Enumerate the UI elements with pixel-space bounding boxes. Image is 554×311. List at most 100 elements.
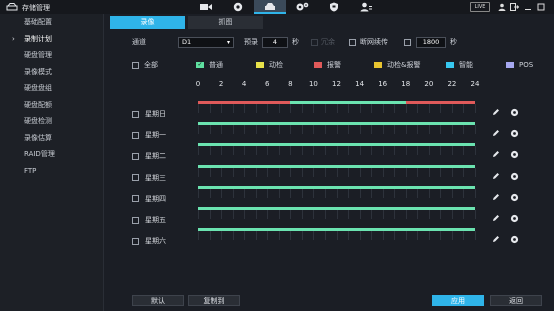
sidebar-item[interactable]: 硬盘检测 <box>0 113 103 130</box>
edit-pencil-icon[interactable] <box>492 150 500 161</box>
user-icon[interactable] <box>497 2 506 12</box>
schedule-grid[interactable]: 0 2 4 6 8 10 12 14 16 18 20 22 24 星期日 星期一 星期二 星期三 星期四 星期五星… <box>110 80 554 250</box>
hour-divider <box>382 104 384 113</box>
sidebar-item[interactable]: 基础配置 <box>0 14 103 31</box>
record-segment-normal[interactable] <box>198 228 475 232</box>
hour-divider <box>417 188 419 198</box>
day-checkbox[interactable] <box>132 110 139 118</box>
sidebar-item[interactable]: 硬盘配额 <box>0 97 103 114</box>
day-checkbox[interactable] <box>132 195 139 203</box>
select-all-toggle[interactable]: 全部 <box>132 60 196 70</box>
day-label: 星期五 <box>145 216 166 224</box>
edit-pencil-icon[interactable] <box>492 193 500 204</box>
record-segment-alarm[interactable] <box>198 101 291 104</box>
hour-divider <box>371 188 373 198</box>
day-checkbox[interactable] <box>132 152 139 160</box>
legend-item: 动检&报警 <box>374 60 446 70</box>
settings-gear-icon[interactable] <box>510 172 519 183</box>
nav-account-button[interactable] <box>350 0 382 14</box>
record-segment-normal[interactable] <box>198 207 475 210</box>
hour-divider <box>451 167 453 177</box>
nav-storage-button[interactable] <box>254 0 286 14</box>
select-all-checkbox[interactable] <box>132 61 139 69</box>
legend-swatch <box>256 62 264 68</box>
hour-divider <box>336 146 338 156</box>
channel-select[interactable]: D1 ▾ <box>178 36 234 48</box>
sidebar-item[interactable]: RAID管理 <box>0 146 103 163</box>
hour-divider <box>348 210 350 219</box>
record-segment-normal[interactable] <box>198 185 475 189</box>
settings-gear-icon[interactable] <box>510 108 519 119</box>
sidebar-item[interactable]: 录像估算 <box>0 130 103 147</box>
edit-pencil-icon[interactable] <box>492 108 500 119</box>
hour-divider <box>463 231 465 241</box>
logout-icon[interactable] <box>510 2 519 12</box>
day-timeline-track[interactable] <box>198 101 476 113</box>
minimize-icon[interactable] <box>523 2 532 12</box>
record-segment-normal[interactable] <box>198 122 475 126</box>
hour-divider <box>244 104 246 113</box>
anr-duration-checkbox[interactable] <box>404 38 411 46</box>
edit-pencil-icon[interactable] <box>492 235 500 246</box>
settings-gear-icon[interactable] <box>510 129 519 140</box>
nav-network-button[interactable] <box>222 0 254 14</box>
apply-button[interactable]: 应用 <box>432 295 484 306</box>
hour-divider <box>232 231 234 241</box>
record-segment-normal[interactable] <box>198 164 475 168</box>
sidebar-item[interactable]: FTP <box>0 163 103 180</box>
day-timeline-track[interactable] <box>198 122 476 135</box>
day-timeline-track[interactable] <box>198 207 476 219</box>
fullscreen-icon[interactable] <box>536 2 545 12</box>
hour-divider <box>198 167 199 177</box>
hour-divider <box>359 210 361 219</box>
day-timeline-track[interactable] <box>198 185 476 198</box>
day-timeline-track[interactable] <box>198 228 476 241</box>
settings-gear-icon[interactable] <box>510 235 519 246</box>
sidebar: 基础配置 › 录制计划 硬盘管理 录像模式 硬盘盘组 硬盘配额 硬盘检测 录像估算 RAID管理 F… <box>0 14 104 311</box>
record-segment-normal[interactable] <box>198 143 475 147</box>
sidebar-item[interactable]: 硬盘管理 <box>0 47 103 64</box>
day-checkbox[interactable] <box>132 131 139 139</box>
hour-divider <box>232 188 234 198</box>
copy-to-button[interactable]: 复制到 <box>188 295 240 306</box>
main-nav <box>190 0 382 14</box>
day-checkbox[interactable] <box>132 174 139 182</box>
default-button[interactable]: 默认 <box>132 295 184 306</box>
day-row-actions <box>492 235 519 246</box>
day-row-actions <box>492 108 519 119</box>
day-row: 星期一 <box>132 129 166 141</box>
live-button[interactable]: LIVE <box>470 2 490 12</box>
tab-record[interactable]: 录像 <box>110 16 185 29</box>
chevron-right-icon: › <box>12 34 15 43</box>
day-checkbox[interactable] <box>132 216 139 224</box>
back-button[interactable]: 返回 <box>490 295 542 306</box>
record-segment-normal[interactable] <box>290 101 406 104</box>
nav-settings-button[interactable] <box>286 0 318 14</box>
nav-security-button[interactable] <box>318 0 350 14</box>
sidebar-item[interactable]: 录像模式 <box>0 64 103 81</box>
anr-checkbox[interactable] <box>349 38 356 46</box>
hour-divider <box>394 188 396 198</box>
settings-gear-icon[interactable] <box>510 150 519 161</box>
anr-duration-input[interactable]: 1800 <box>416 36 446 48</box>
hour-divider <box>417 125 419 135</box>
hour-divider <box>475 210 476 219</box>
edit-pencil-icon[interactable] <box>492 214 500 225</box>
record-segment-alarm[interactable] <box>405 101 475 104</box>
sidebar-item[interactable]: 硬盘盘组 <box>0 80 103 97</box>
prerecord-input[interactable]: 4 <box>262 36 288 48</box>
hour-divider <box>324 188 326 198</box>
day-timeline-track[interactable] <box>198 164 476 177</box>
settings-gear-icon[interactable] <box>510 193 519 204</box>
sidebar-item[interactable]: › 录制计划 <box>0 31 103 48</box>
edit-pencil-icon[interactable] <box>492 129 500 140</box>
day-row-actions <box>492 129 519 140</box>
edit-pencil-icon[interactable] <box>492 172 500 183</box>
day-timeline-track[interactable] <box>198 143 476 156</box>
hour-divider <box>359 188 361 198</box>
settings-gear-icon[interactable] <box>510 214 519 225</box>
nav-camera-button[interactable] <box>190 0 222 14</box>
hour-divider <box>301 188 303 198</box>
day-checkbox[interactable] <box>132 237 139 245</box>
tab-snapshot[interactable]: 抓图 <box>188 16 263 29</box>
